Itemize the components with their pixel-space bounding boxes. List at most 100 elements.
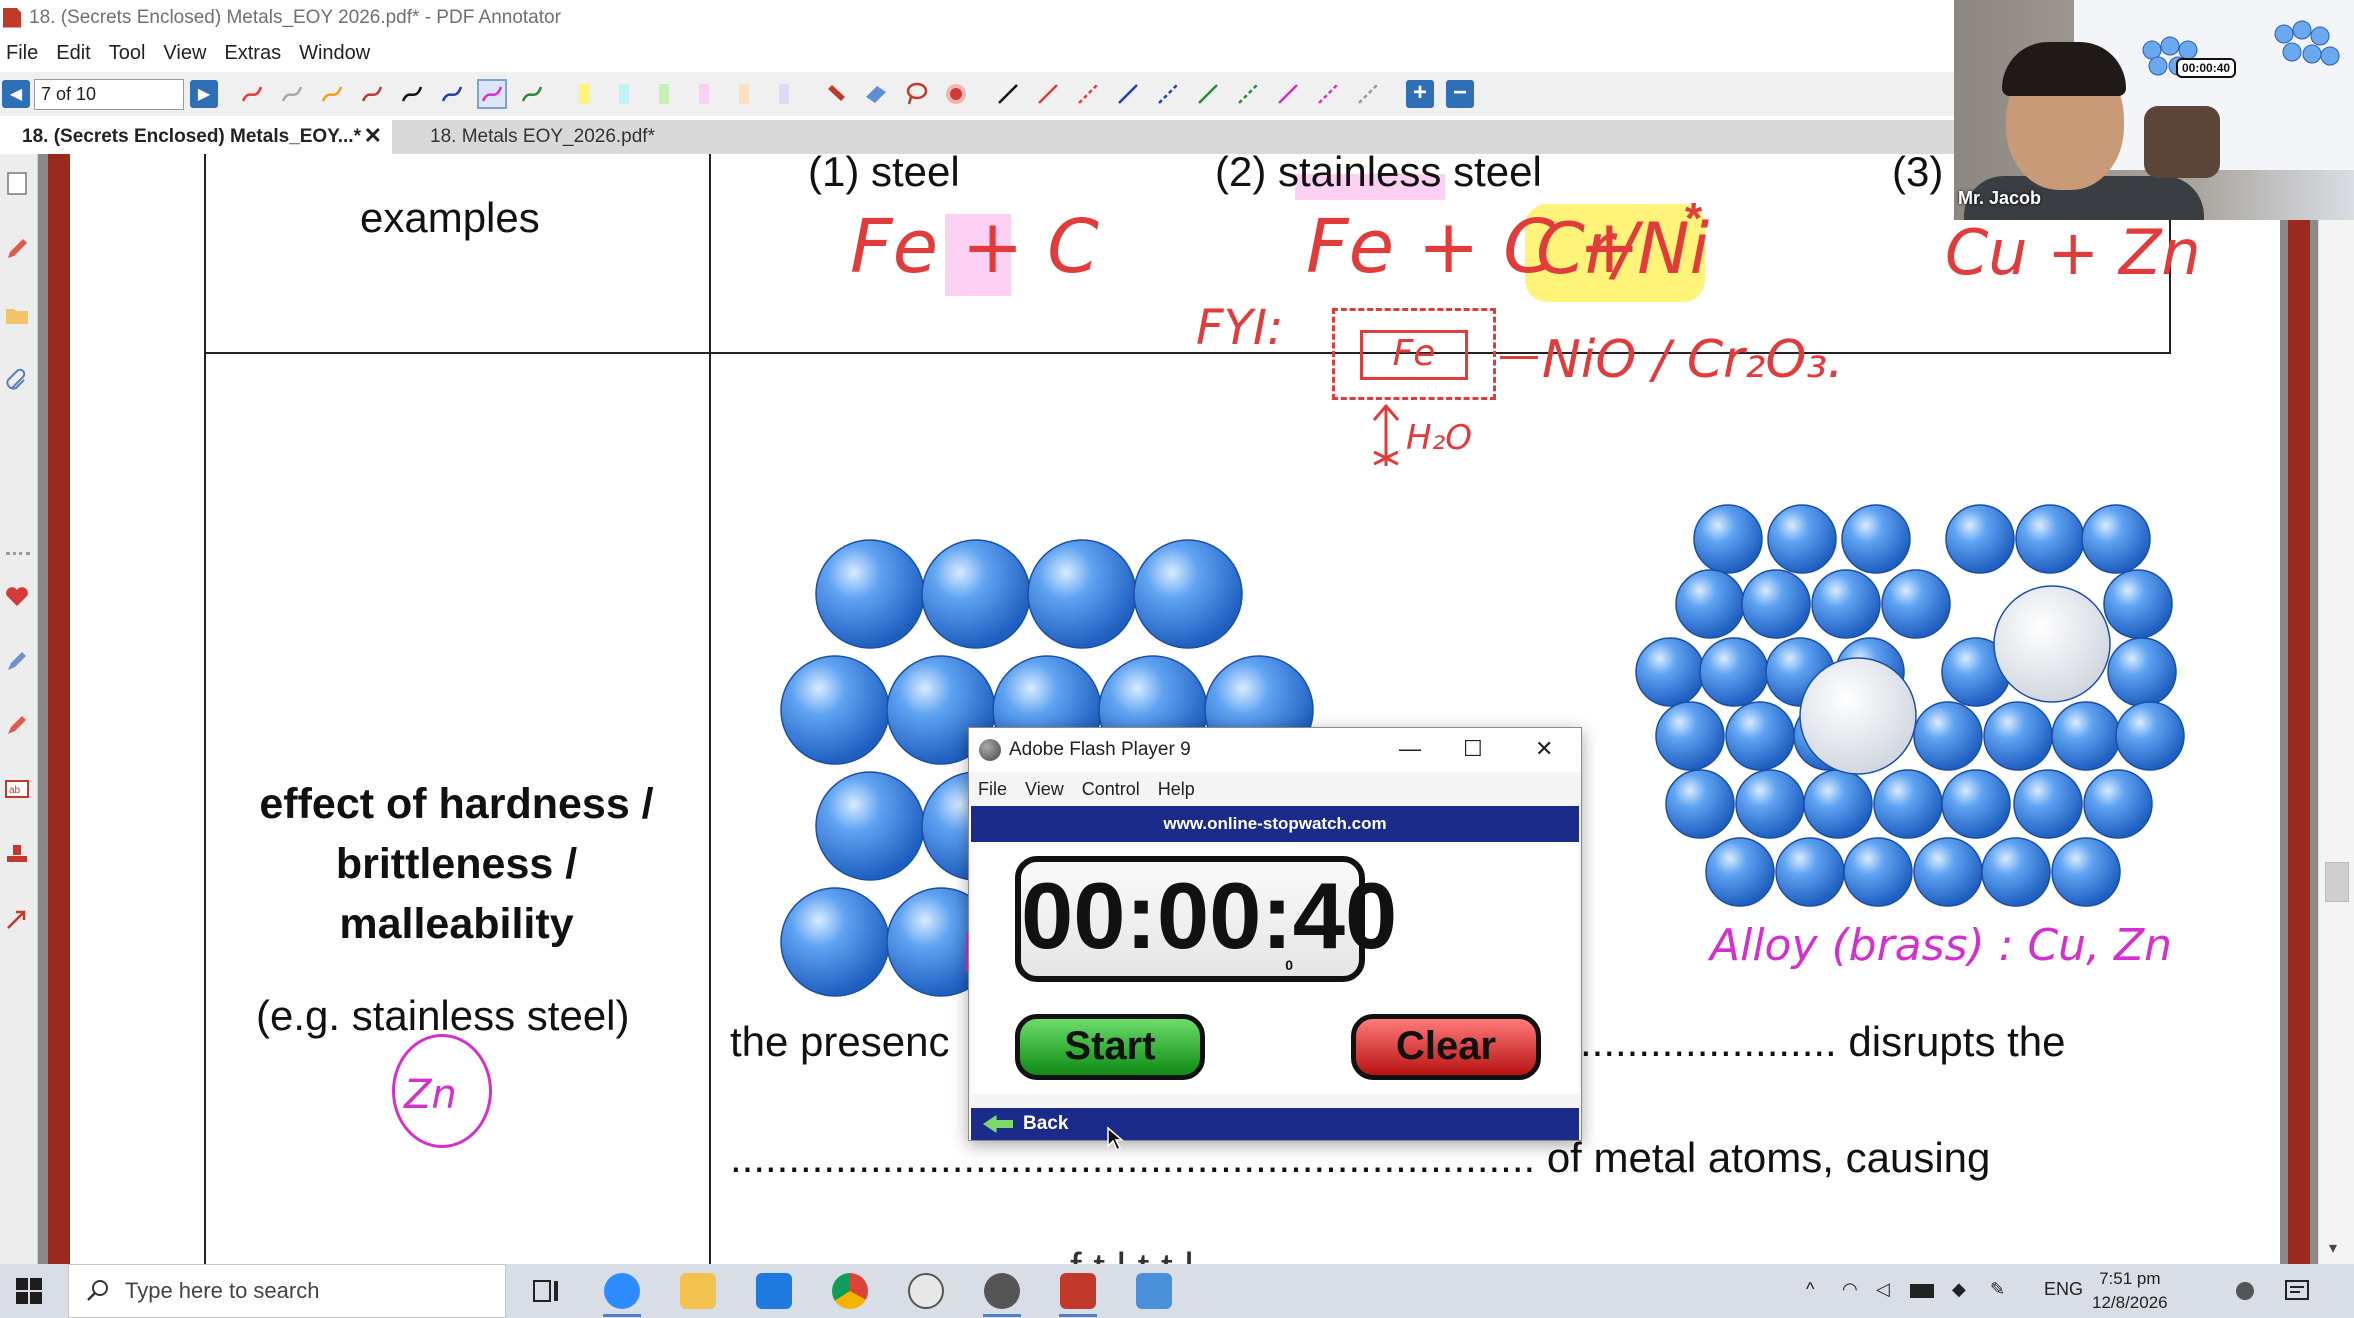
magenta-pen-tool-icon[interactable]: [477, 79, 507, 109]
stopwatch-display: 00:00:40 0: [1015, 856, 1397, 982]
table-row-divider: [204, 352, 2171, 354]
menu-file[interactable]: File: [0, 42, 47, 65]
folder-icon[interactable]: [4, 302, 30, 328]
pencil-icon[interactable]: [4, 236, 30, 262]
active-app-indicator: [983, 1314, 1021, 1317]
stopwatch-body: 00:00:40 0 Start Clear: [971, 842, 1579, 1094]
zoom-app-icon[interactable]: [604, 1273, 640, 1309]
blue-line-tool-icon[interactable]: [1113, 79, 1143, 109]
wifi-icon[interactable]: ◠: [1842, 1279, 1858, 1300]
battery-icon[interactable]: [1910, 1284, 1934, 1298]
flash-player-window[interactable]: Adobe Flash Player 9 — ☐ ✕ File View Con…: [968, 727, 1582, 1141]
close-icon[interactable]: ✕: [1535, 736, 1553, 762]
blue-pen-tool-icon[interactable]: [437, 79, 467, 109]
menu-tool[interactable]: Tool: [100, 42, 155, 65]
left-tool-strip: ab: [0, 154, 38, 1264]
paperclip-icon[interactable]: [4, 368, 30, 394]
green-highlighter-icon[interactable]: [649, 79, 679, 109]
file-explorer-icon[interactable]: [680, 1273, 716, 1309]
black-line-tool-icon[interactable]: [993, 79, 1023, 109]
flash-menu-control[interactable]: Control: [1073, 779, 1149, 800]
menu-extras[interactable]: Extras: [215, 42, 290, 65]
page-number-field[interactable]: 7 of 10: [34, 78, 184, 110]
red-pen-tool-icon[interactable]: [237, 79, 267, 109]
flash-title-bar[interactable]: Adobe Flash Player 9 — ☐ ✕: [969, 728, 1581, 772]
maximize-icon[interactable]: ☐: [1463, 736, 1483, 762]
language-indicator[interactable]: ENG: [2044, 1279, 2083, 1300]
previous-page-button[interactable]: ◀: [2, 80, 30, 108]
action-center-icon[interactable]: [2280, 1273, 2316, 1309]
clock-app-icon[interactable]: [908, 1273, 944, 1309]
magenta-line-tool-icon[interactable]: [1273, 79, 1303, 109]
menu-edit[interactable]: Edit: [47, 42, 99, 65]
lasso-icon[interactable]: [901, 79, 931, 109]
atom: [2107, 637, 2177, 707]
notification-badge: [2236, 1282, 2254, 1300]
menu-window[interactable]: Window: [290, 42, 379, 65]
lavender-highlighter-icon[interactable]: [769, 79, 799, 109]
task-view-icon[interactable]: [528, 1273, 564, 1309]
tab-secrets-enclosed[interactable]: 18. (Secrets Enclosed) Metals_EOY...* ✕: [0, 120, 392, 154]
text-box-icon[interactable]: ab: [4, 776, 30, 802]
svg-text:ab: ab: [9, 785, 21, 796]
grey-dashed-line-tool-icon[interactable]: [1353, 79, 1383, 109]
pink-highlighter-icon[interactable]: [689, 79, 719, 109]
pdf-annotator-taskbar-icon[interactable]: [1060, 1273, 1096, 1309]
pen-tray-icon[interactable]: ✎: [1990, 1279, 2005, 1300]
green-dashed-line-tool-icon[interactable]: [1233, 79, 1263, 109]
blank-page-icon[interactable]: [4, 170, 30, 196]
paint-app-icon[interactable]: [1136, 1273, 1172, 1309]
red-dashed-line-tool-icon[interactable]: [1073, 79, 1103, 109]
taskbar-search-box[interactable]: Type here to search: [68, 1264, 506, 1318]
marker-icon[interactable]: [4, 712, 30, 738]
volume-icon[interactable]: ◁: [1876, 1279, 1890, 1300]
yellow-highlighter-icon[interactable]: [569, 79, 599, 109]
peach-highlighter-icon[interactable]: [729, 79, 759, 109]
flash-menu-view[interactable]: View: [1016, 779, 1073, 800]
dropbox-icon[interactable]: [756, 1273, 792, 1309]
stamp-icon[interactable]: [4, 842, 30, 868]
flash-menu-help[interactable]: Help: [1149, 779, 1204, 800]
magenta-dashed-line-tool-icon[interactable]: [1313, 79, 1343, 109]
arrow-tool-icon[interactable]: [4, 906, 30, 932]
chrome-icon[interactable]: [832, 1273, 868, 1309]
cyan-highlighter-icon[interactable]: [609, 79, 639, 109]
flash-player-taskbar-icon[interactable]: [984, 1273, 1020, 1309]
tab-label: 18. (Secrets Enclosed) Metals_EOY...*: [22, 126, 361, 147]
show-hidden-icons-icon[interactable]: ^: [1806, 1279, 1814, 1300]
blue-dashed-line-tool-icon[interactable]: [1153, 79, 1183, 109]
taskbar-clock[interactable]: 7:51 pm 12/8/2026: [2092, 1267, 2168, 1315]
zoom-in-button[interactable]: +: [1406, 80, 1434, 108]
eraser-icon[interactable]: [861, 79, 891, 109]
windows-start-icon[interactable]: [16, 1278, 42, 1304]
flash-menu-file[interactable]: File: [969, 779, 1016, 800]
black-pen-tool-icon[interactable]: [397, 79, 427, 109]
record-icon[interactable]: [941, 79, 971, 109]
menu-view[interactable]: View: [154, 42, 215, 65]
next-page-button[interactable]: ▶: [190, 80, 218, 108]
atom: [2115, 701, 2185, 771]
zoom-out-button[interactable]: −: [1446, 80, 1474, 108]
scrollbar-thumb[interactable]: [2325, 862, 2349, 902]
vertical-scrollbar[interactable]: ▾: [2318, 154, 2354, 1264]
pen-icon[interactable]: [4, 648, 30, 674]
atom: [2015, 504, 2085, 574]
annotation-up-arrow: [1372, 403, 1400, 466]
dropbox-tray-icon[interactable]: ◆: [1952, 1279, 1966, 1300]
flash-menu-bar: File View Control Help: [969, 774, 1204, 804]
close-tab-icon[interactable]: ✕: [364, 123, 382, 149]
tab-metals-eoy[interactable]: 18. Metals EOY_2026.pdf*: [410, 120, 670, 154]
red-line-tool-icon[interactable]: [1033, 79, 1063, 109]
hand-tool-icon[interactable]: [821, 79, 851, 109]
green-line-tool-icon[interactable]: [1193, 79, 1223, 109]
start-button[interactable]: Start: [1015, 1014, 1205, 1080]
scroll-down-icon[interactable]: ▾: [2329, 1238, 2337, 1258]
clear-button[interactable]: Clear: [1351, 1014, 1541, 1080]
darkred-pen-tool-icon[interactable]: [357, 79, 387, 109]
green-pen-tool-icon[interactable]: [517, 79, 547, 109]
grey-pen-tool-icon[interactable]: [277, 79, 307, 109]
heart-icon[interactable]: [4, 584, 30, 610]
orange-pen-tool-icon[interactable]: [317, 79, 347, 109]
back-button[interactable]: Back: [971, 1108, 1579, 1140]
minimize-icon[interactable]: —: [1399, 736, 1421, 762]
